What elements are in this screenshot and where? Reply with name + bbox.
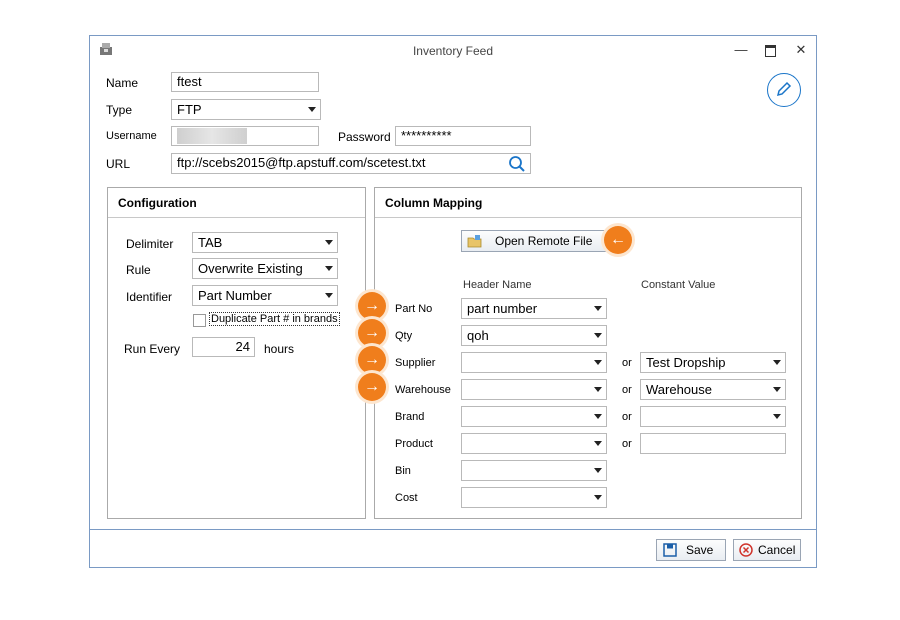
header-select-warehouse[interactable] (461, 379, 607, 400)
open-remote-file-button[interactable]: Open Remote File (461, 230, 607, 252)
username-field[interactable] (171, 126, 319, 146)
hours-label: hours (264, 342, 295, 356)
duplicate-label[interactable]: Duplicate Part # in brands (209, 312, 340, 326)
type-select[interactable]: FTP (171, 99, 321, 120)
constant-value-column: Constant Value (641, 279, 716, 291)
chevron-down-icon (594, 441, 602, 446)
maximize-icon (764, 45, 776, 57)
constant-select-warehouse[interactable]: Warehouse (640, 379, 786, 400)
header-name-column: Header Name (463, 279, 532, 291)
rule-label: Rule (126, 263, 151, 277)
identifier-label: Identifier (126, 290, 173, 304)
run-every-label: Run Every (124, 342, 181, 356)
window-title: Inventory Feed (412, 44, 494, 58)
cancel-button[interactable]: Cancel (733, 539, 801, 561)
minimize-button[interactable]: — (730, 40, 752, 60)
identifier-value: Part Number (198, 288, 272, 303)
header-select-qty[interactable]: qoh (461, 325, 607, 346)
or-label: or (622, 438, 632, 450)
password-label: Password (338, 130, 391, 144)
row-label-qty: Qty (395, 330, 413, 342)
delimiter-select[interactable]: TAB (192, 232, 338, 253)
search-icon[interactable] (508, 155, 526, 173)
duplicate-checkbox[interactable] (193, 314, 206, 327)
footer-divider (90, 529, 816, 530)
constant-select-brand[interactable] (640, 406, 786, 427)
inventory-feed-window: Inventory Feed — ✕ Name ftest Type FTP U… (89, 35, 817, 568)
chevron-down-icon (773, 387, 781, 392)
header-value: part number (467, 301, 538, 316)
constant-field-product[interactable] (640, 433, 786, 454)
run-every-field[interactable]: 24 (192, 337, 255, 357)
configuration-panel: Configuration Delimiter TAB Rule Overwri… (107, 187, 366, 519)
row-label-product: Product (395, 438, 433, 450)
url-label: URL (106, 157, 131, 171)
edit-pencil-icon[interactable] (767, 73, 801, 107)
rule-select[interactable]: Overwrite Existing (192, 258, 338, 279)
or-label: or (622, 357, 632, 369)
row-label-warehouse: Warehouse (395, 384, 451, 396)
cancel-label: Cancel (758, 543, 796, 557)
header-value: qoh (467, 328, 489, 343)
or-label: or (622, 411, 632, 423)
chevron-down-icon (325, 240, 333, 245)
url-field[interactable]: ftp://scebs2015@ftp.apstuff.com/scetest.… (171, 153, 531, 174)
floppy-disk-icon (663, 543, 677, 557)
maximize-button[interactable] (759, 40, 781, 60)
constant-value: Warehouse (646, 382, 712, 397)
header-select-product[interactable] (461, 433, 607, 454)
name-field[interactable]: ftest (171, 72, 319, 92)
username-redacted (177, 128, 247, 144)
chevron-down-icon (594, 333, 602, 338)
header-select-part-no[interactable]: part number (461, 298, 607, 319)
row-label-brand: Brand (395, 411, 425, 423)
chevron-down-icon (325, 293, 333, 298)
arrow-right-icon: → (358, 346, 386, 374)
arrow-left-icon: ← (604, 226, 632, 254)
row-label-supplier: Supplier (395, 357, 436, 369)
save-label: Save (686, 543, 714, 557)
configuration-title: Configuration (108, 188, 365, 218)
header-select-cost[interactable] (461, 487, 607, 508)
type-value: FTP (177, 102, 202, 117)
name-label: Name (106, 76, 139, 90)
folder-icon (467, 234, 482, 248)
delimiter-value: TAB (198, 235, 223, 250)
save-button[interactable]: Save (656, 539, 726, 561)
chevron-down-icon (594, 414, 602, 419)
arrow-right-icon: → (358, 319, 386, 347)
header-select-bin[interactable] (461, 460, 607, 481)
row-label-bin: Bin (395, 465, 411, 477)
rule-value: Overwrite Existing (198, 261, 303, 276)
constant-select-supplier[interactable]: Test Dropship (640, 352, 786, 373)
chevron-down-icon (594, 306, 602, 311)
column-mapping-panel: Column Mapping Open Remote File ← Header… (374, 187, 802, 519)
row-label-part-no: Part No (395, 303, 433, 315)
chevron-down-icon (773, 360, 781, 365)
chevron-down-icon (594, 387, 602, 392)
arrow-right-icon: → (358, 373, 386, 401)
or-label: or (622, 384, 632, 396)
cancel-x-icon (739, 543, 753, 557)
password-field[interactable]: ********** (395, 126, 531, 146)
chevron-down-icon (594, 360, 602, 365)
constant-value: Test Dropship (646, 355, 726, 370)
type-label: Type (106, 103, 133, 117)
delimiter-label: Delimiter (126, 237, 174, 251)
row-label-cost: Cost (395, 492, 418, 504)
header-select-supplier[interactable] (461, 352, 607, 373)
arrow-right-icon: → (358, 292, 386, 320)
chevron-down-icon (325, 266, 333, 271)
username-label: Username (106, 130, 157, 142)
open-remote-file-label: Open Remote File (495, 234, 593, 248)
chevron-down-icon (773, 414, 781, 419)
header-select-brand[interactable] (461, 406, 607, 427)
close-button[interactable]: ✕ (790, 40, 812, 60)
chevron-down-icon (594, 468, 602, 473)
column-mapping-title: Column Mapping (375, 188, 801, 218)
chevron-down-icon (308, 107, 316, 112)
chevron-down-icon (594, 495, 602, 500)
identifier-select[interactable]: Part Number (192, 285, 338, 306)
